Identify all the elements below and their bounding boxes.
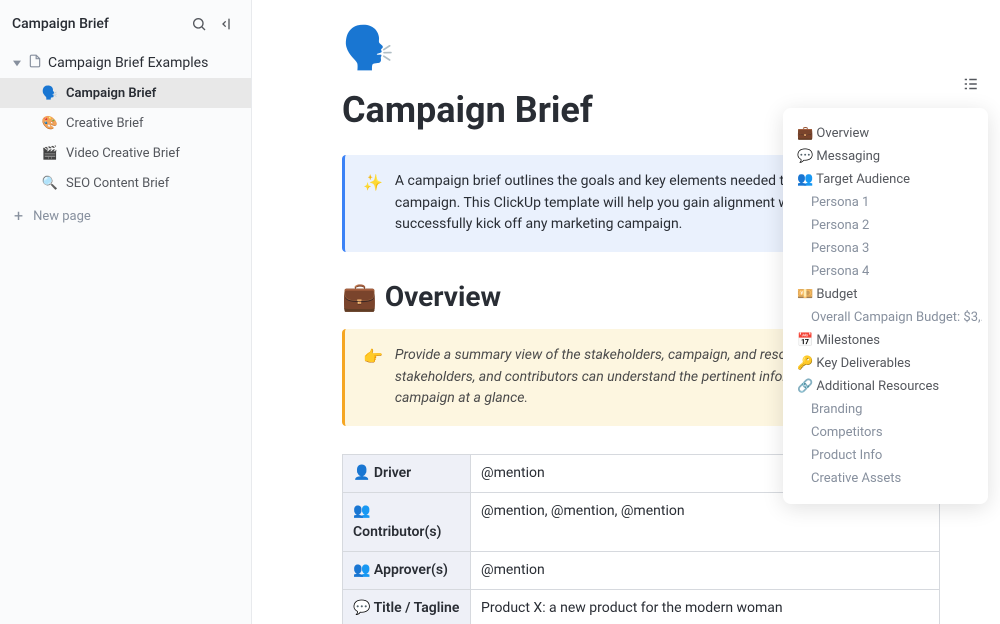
toc-item[interactable]: 📅 Milestones <box>797 329 982 352</box>
toc-item[interactable]: Product Info <box>797 444 982 467</box>
toc-item[interactable]: Overall Campaign Budget: $3,... <box>797 306 982 329</box>
collapse-sidebar-icon[interactable] <box>215 12 239 36</box>
sparkles-icon: ✨ <box>363 171 383 236</box>
toc-item[interactable]: 👥 Target Audience <box>797 168 982 191</box>
sidebar-item-label: SEO Content Brief <box>66 176 169 191</box>
sidebar-item-icon: 🎬 <box>42 145 58 161</box>
table-row: 👥 Approver(s)@mention <box>343 552 940 590</box>
doc-icon <box>28 54 42 72</box>
table-row-value[interactable]: Product X: a new product for the modern … <box>471 590 940 624</box>
toc-item[interactable]: Branding <box>797 398 982 421</box>
toc-panel: 💼 Overview💬 Messaging👥 Target AudiencePe… <box>783 108 988 504</box>
toc-item[interactable]: 💴 Budget <box>797 283 982 306</box>
table-row: 💬 Title / TaglineProduct X: a new produc… <box>343 590 940 624</box>
sidebar-item-label: Creative Brief <box>66 116 144 131</box>
toc-item[interactable]: Competitors <box>797 421 982 444</box>
sidebar-item-icon: 🎨 <box>42 115 58 131</box>
sidebar-item-label: Campaign Brief <box>66 86 156 101</box>
toc-item[interactable]: Persona 4 <box>797 260 982 283</box>
sidebar-item-icon: 🔍 <box>42 175 58 191</box>
briefcase-icon: 💼 <box>342 280 377 313</box>
toc-item[interactable]: 🔑 Key Deliverables <box>797 352 982 375</box>
sidebar-header: Campaign Brief <box>0 8 251 48</box>
table-row-label[interactable]: 👥 Approver(s) <box>343 552 471 590</box>
sidebar-item-icon: 🗣️ <box>42 85 58 101</box>
toc-item[interactable]: Persona 1 <box>797 191 982 214</box>
toc-item[interactable]: 🔗 Additional Resources <box>797 375 982 398</box>
search-icon[interactable] <box>187 12 211 36</box>
overview-heading-text: Overview <box>385 280 501 313</box>
caret-down-icon <box>12 58 22 68</box>
toc-item[interactable]: Persona 2 <box>797 214 982 237</box>
toc-item[interactable]: 💼 Overview <box>797 122 982 145</box>
pointing-right-icon: 👉 <box>363 345 383 410</box>
table-row-label[interactable]: 👤 Driver <box>343 455 471 493</box>
sidebar-item-label: Video Creative Brief <box>66 146 180 161</box>
table-row-value[interactable]: @mention <box>471 552 940 590</box>
page-icon[interactable]: 🗣️ <box>342 24 940 73</box>
sidebar-title: Campaign Brief <box>12 16 109 32</box>
table-row-label[interactable]: 💬 Title / Tagline <box>343 590 471 624</box>
sidebar-item[interactable]: 🔍 SEO Content Brief <box>0 168 251 198</box>
sidebar-item[interactable]: 🎨 Creative Brief <box>0 108 251 138</box>
toc-item[interactable]: 💬 Messaging <box>797 145 982 168</box>
table-row-label[interactable]: 👥 Contributor(s) <box>343 493 471 552</box>
toc-item[interactable]: Persona 3 <box>797 237 982 260</box>
sidebar-parent-label: Campaign Brief Examples <box>48 55 208 71</box>
plus-icon: + <box>14 208 23 224</box>
new-page-label: New page <box>33 209 91 224</box>
sidebar-item[interactable]: 🗣️ Campaign Brief <box>0 78 251 108</box>
sidebar-parent-item[interactable]: Campaign Brief Examples <box>0 48 251 78</box>
new-page-button[interactable]: + New page <box>0 198 251 234</box>
toc-item[interactable]: Creative Assets <box>797 467 982 490</box>
sidebar: Campaign Brief Campaign Brief Examples 🗣… <box>0 0 252 624</box>
sidebar-item[interactable]: 🎬 Video Creative Brief <box>0 138 251 168</box>
toc-toggle-icon[interactable] <box>958 72 982 96</box>
